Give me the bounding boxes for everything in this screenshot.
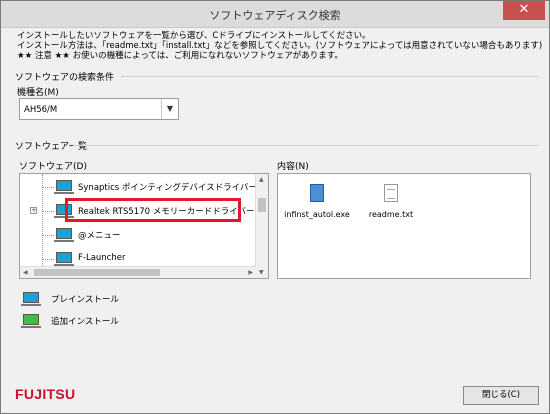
expand-plus-icon[interactable]: + bbox=[30, 207, 37, 214]
pc-blue-icon bbox=[21, 292, 41, 306]
file-name: readme.txt bbox=[368, 210, 414, 219]
tree-horizontal-scrollbar[interactable]: ◀ ▶ bbox=[20, 266, 256, 278]
intro-line-3: ★★ 注意 ★★ お使いの機種によっては、ご利用になれないソフトウェアがあります… bbox=[17, 51, 343, 61]
fujitsu-logo: FUJITSU bbox=[15, 386, 76, 402]
pc-blue-icon bbox=[54, 252, 74, 266]
file-item[interactable]: infinst_autol.exe bbox=[282, 180, 352, 220]
legend-label: プレインストール bbox=[51, 295, 119, 305]
legend-additional-install: 追加インストール bbox=[21, 312, 143, 328]
scroll-right-icon[interactable]: ▶ bbox=[248, 269, 253, 276]
intro-line-1: インストールしたいソフトウェアを一覧から選び、Cドライブにインストールしてくださ… bbox=[17, 31, 371, 41]
tree-item-label: F-Launcher bbox=[78, 253, 126, 263]
highlight-box bbox=[65, 198, 241, 222]
software-list-label: ソフトウェア(D) bbox=[19, 162, 87, 172]
text-file-icon bbox=[384, 184, 398, 202]
intro-line-2: インストール方法は、「readme.txt」「install.txt」などを参照… bbox=[17, 41, 543, 51]
search-group-title: ソフトウェアの検索条件 bbox=[15, 73, 115, 83]
tree-vertical-scrollbar[interactable]: ▲ ▼ bbox=[255, 174, 268, 278]
window-title: ソフトウェアディスク検索 bbox=[209, 9, 341, 22]
tree-item[interactable]: @メニュー bbox=[20, 226, 256, 244]
tree-branch-line bbox=[42, 259, 54, 260]
model-select-value: AH56/M bbox=[24, 105, 58, 115]
title-bar: ソフトウェアディスク検索 ✕ bbox=[1, 1, 549, 28]
intro-text: インストールしたいソフトウェアを一覧から選び、Cドライブにインストールしてくださ… bbox=[17, 31, 542, 61]
model-label: 機種名(M) bbox=[17, 88, 59, 98]
window-close-icon[interactable]: ✕ bbox=[503, 1, 545, 20]
tree-branch-line bbox=[42, 235, 54, 236]
file-item[interactable]: readme.txt bbox=[356, 180, 426, 220]
legend-preinstall: プレインストール bbox=[21, 290, 143, 306]
exe-icon bbox=[310, 184, 324, 202]
content-file-list[interactable]: infinst_autol.exe readme.txt bbox=[277, 173, 531, 279]
chevron-down-icon[interactable]: ▼ bbox=[161, 99, 178, 119]
search-group-divider bbox=[121, 76, 539, 77]
scroll-up-icon[interactable]: ▲ bbox=[259, 176, 264, 183]
software-disk-search-window: ソフトウェアディスク検索 ✕ インストールしたいソフトウェアを一覧から選び、Cド… bbox=[0, 0, 550, 414]
close-button[interactable]: 閉じる(C) bbox=[463, 386, 539, 405]
tree-item-label: Synaptics ポインティングデバイスドライバー bbox=[78, 183, 257, 193]
software-group-divider bbox=[73, 145, 539, 146]
scroll-left-icon[interactable]: ◀ bbox=[23, 269, 28, 276]
tree-item-label: @メニュー bbox=[78, 231, 121, 241]
tree-branch-line bbox=[42, 211, 54, 212]
pc-green-icon bbox=[21, 314, 41, 328]
model-select[interactable]: AH56/M ▼ bbox=[19, 98, 179, 120]
legend-label: 追加インストール bbox=[51, 317, 119, 327]
software-tree[interactable]: Synaptics ポインティングデバイスドライバー + Realtek RTS… bbox=[19, 173, 269, 279]
tree-branch-line bbox=[42, 187, 54, 188]
file-name: infinst_autol.exe bbox=[284, 210, 350, 219]
pc-blue-icon bbox=[54, 180, 74, 194]
scroll-thumb[interactable] bbox=[34, 269, 160, 276]
scroll-down-icon[interactable]: ▼ bbox=[259, 269, 264, 276]
scroll-thumb[interactable] bbox=[258, 198, 266, 212]
pc-blue-icon bbox=[54, 228, 74, 242]
content-list-label: 内容(N) bbox=[277, 162, 309, 172]
tree-item[interactable]: Synaptics ポインティングデバイスドライバー bbox=[20, 178, 257, 196]
